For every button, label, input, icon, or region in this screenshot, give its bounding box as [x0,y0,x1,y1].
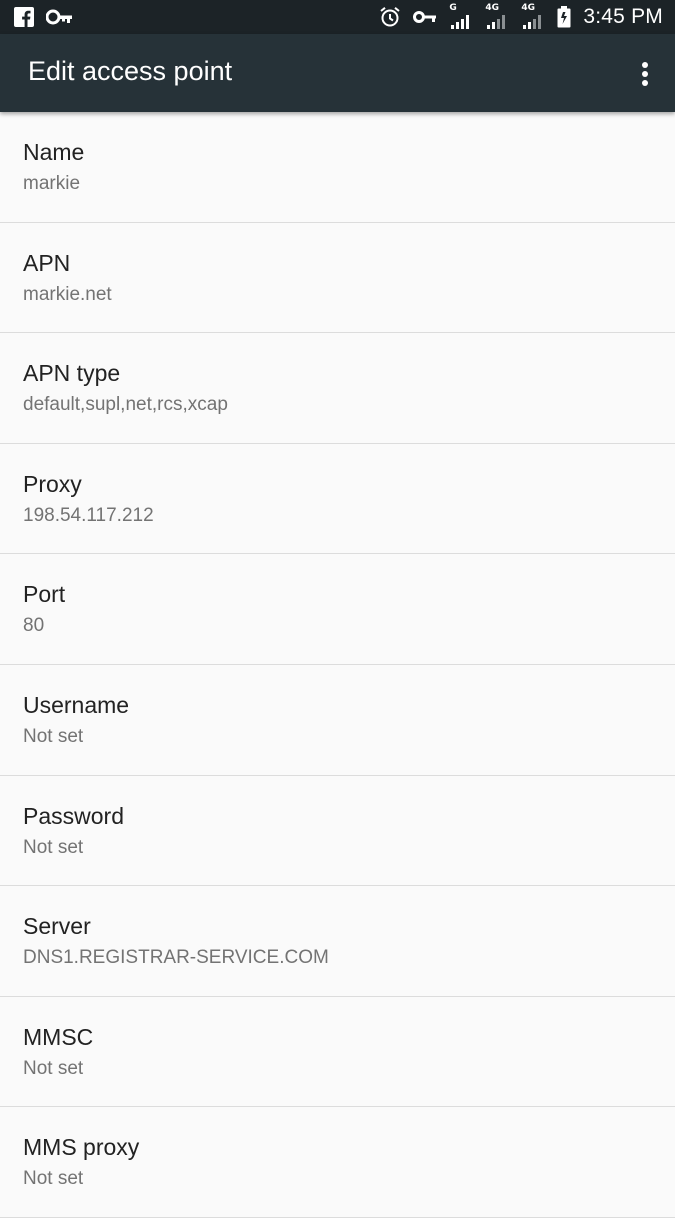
pref-title: MMS proxy [23,1134,140,1161]
pref-title: Name [23,139,85,165]
network-type-label: 4G [521,3,536,13]
pref-summary: 198.54.117.212 [23,504,154,526]
pref-item-name[interactable]: Name markie [0,112,675,223]
app-bar: Edit access point [0,34,675,112]
pref-item-username[interactable]: Username Not set [0,665,675,776]
key-icon [46,7,74,27]
pref-summary: markie.net [23,283,112,305]
pref-item-apn[interactable]: APN markie.net [0,223,675,334]
pref-title: Proxy [23,470,82,497]
pref-summary: 80 [23,615,45,637]
page-title: Edit access point [28,56,233,86]
pref-title: Username [23,691,130,718]
pref-summary: Not set [23,725,84,747]
pref-summary: default,supl,net,rcs,xcap [23,394,228,416]
alarm-icon [379,6,401,28]
pref-title: Server [23,913,91,940]
pref-item-server[interactable]: Server DNS1.REGISTRAR-SERVICE.COM [0,886,675,997]
status-bar: G 4G 4G 3:45 PM [0,0,675,34]
pref-item-proxy[interactable]: Proxy 198.54.117.212 [0,444,675,555]
pref-item-password[interactable]: Password Not set [0,776,675,887]
pref-summary: markie [23,173,81,194]
pref-summary: Not set [23,1057,84,1079]
signal-icon: G [449,3,473,30]
pref-item-port[interactable]: Port 80 [0,554,675,665]
status-time: 3:45 PM [583,5,663,28]
pref-item-mms-proxy[interactable]: MMS proxy Not set [0,1107,675,1218]
signal-icon: 4G [485,3,509,30]
status-right-icons: G 4G 4G 3:45 PM [379,3,663,30]
more-options-button[interactable] [629,54,661,94]
pref-title: Port [23,581,66,608]
signal-icon: 4G [521,3,545,30]
vpn-key-icon [413,9,437,25]
pref-title: APN [23,249,71,276]
pref-title: APN type [23,360,121,387]
preference-list: Name markie APN markie.net APN type defa… [0,112,675,1218]
pref-title: Password [23,802,124,829]
status-left-icons [14,7,74,27]
pref-summary: Not set [23,836,84,858]
pref-summary: DNS1.REGISTRAR-SERVICE.COM [23,947,329,969]
pref-item-mmsc[interactable]: MMSC Not set [0,997,675,1108]
network-type-label: 4G [485,3,500,13]
pref-summary: Not set [23,1168,84,1190]
facebook-icon [14,7,34,27]
battery-icon [557,6,571,28]
more-vert-icon [641,61,649,87]
pref-item-apn-type[interactable]: APN type default,supl,net,rcs,xcap [0,333,675,444]
network-type-label: G [449,3,457,13]
pref-title: MMSC [23,1023,94,1050]
